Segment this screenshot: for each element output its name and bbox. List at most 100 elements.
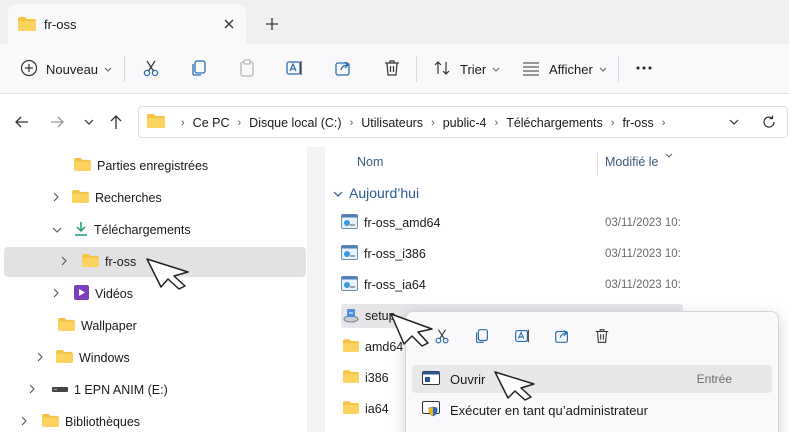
share-button[interactable] (333, 56, 353, 82)
file-date: 03/11/2023 10: (605, 279, 681, 291)
refresh-icon[interactable] (761, 114, 777, 133)
chevron-right-icon[interactable] (28, 383, 44, 397)
plus-circle-icon (20, 59, 38, 80)
library-folder-icon (42, 414, 59, 430)
file-row[interactable]: fr-oss_i386 03/11/2023 10: (341, 242, 683, 266)
trash-icon (382, 58, 402, 81)
file-row[interactable]: fr-oss_ia64 03/11/2023 10: (341, 273, 683, 297)
setup-icon (343, 307, 359, 326)
sidebar-item-drive-e[interactable]: 1 EPN ANIM (E:) (28, 375, 168, 405)
share-icon[interactable] (542, 324, 582, 348)
package-icon (341, 214, 358, 232)
rename-icon[interactable] (502, 324, 542, 348)
menu-item-run-as-admin[interactable]: Exécuter en tant qu’administrateur (412, 396, 772, 424)
sidebar-item-videos[interactable]: Vidéos (52, 279, 133, 309)
menu-item-open[interactable]: Ouvrir Entrée (412, 365, 772, 393)
chevron-right-icon[interactable] (60, 255, 76, 269)
cut-button[interactable] (141, 56, 161, 82)
sidebar-item-downloads[interactable]: Téléchargements (52, 215, 191, 245)
forward-arrow-icon[interactable] (48, 113, 66, 131)
group-header-today[interactable]: Aujourd’hui (333, 185, 419, 201)
new-button[interactable]: Nouveau (20, 56, 112, 82)
breadcrumb-separator-icon[interactable]: › (350, 117, 354, 129)
chevron-right-icon[interactable] (52, 191, 68, 205)
column-header-name[interactable]: Nom (357, 155, 383, 169)
file-date: 03/11/2023 10: (605, 248, 681, 260)
title-bar: fr-oss (0, 0, 789, 47)
paste-button[interactable] (237, 56, 257, 82)
sidebar-item-windows[interactable]: Windows (36, 343, 130, 373)
breadcrumb-separator-icon[interactable]: › (611, 117, 615, 129)
folder-icon (74, 158, 91, 174)
menu-item-label: Ouvrir (450, 371, 486, 387)
folder-icon (18, 17, 36, 34)
view-button[interactable]: Afficher (521, 56, 607, 82)
shield-icon (422, 400, 440, 420)
chevron-down-icon (492, 62, 500, 76)
chevron-right-icon[interactable] (20, 415, 36, 429)
file-row[interactable]: fr-oss_amd64 03/11/2023 10: (341, 211, 683, 235)
rename-icon (284, 58, 304, 81)
sort-button[interactable]: Trier (432, 56, 500, 82)
download-arrow-icon (74, 221, 88, 239)
context-menu: Ouvrir Entrée Exécuter en tant qu’admini… (405, 311, 779, 432)
toolbar-divider (416, 56, 417, 82)
trash-icon[interactable] (582, 324, 622, 348)
address-dropdown-chevron-icon[interactable] (727, 115, 741, 132)
breadcrumb-fr-oss[interactable]: fr-oss (622, 116, 653, 130)
breadcrumb-separator-icon[interactable]: › (238, 117, 242, 129)
pane-divider[interactable] (307, 147, 325, 432)
folder-icon (343, 370, 359, 386)
chevron-right-icon[interactable] (36, 351, 52, 365)
breadcrumb-this-pc[interactable]: Ce PC (193, 116, 230, 130)
copy-button[interactable] (189, 56, 209, 82)
sidebar-item-saved-games[interactable]: Parties enregistrées (74, 151, 208, 181)
more-dots-icon (634, 58, 654, 81)
tab-fr-oss[interactable]: fr-oss (8, 4, 246, 44)
delete-button[interactable] (382, 56, 402, 82)
tab-title: fr-oss (44, 17, 77, 32)
breadcrumb-separator-icon[interactable]: › (431, 117, 435, 129)
breadcrumb-separator-icon[interactable]: › (495, 117, 499, 129)
folder-icon (343, 339, 359, 355)
breadcrumb-users[interactable]: Utilisateurs (361, 116, 423, 130)
chevron-right-icon[interactable] (52, 287, 68, 301)
file-name: ia64 (365, 402, 389, 416)
recent-locations-chevron-icon[interactable] (80, 113, 98, 131)
folder-icon (147, 114, 165, 131)
menu-item-shortcut: Entrée (696, 372, 732, 386)
usb-drive-icon (52, 383, 68, 397)
folder-icon (82, 254, 99, 270)
address-bar[interactable]: › Ce PC › Disque local (C:) › Utilisateu… (138, 106, 788, 138)
folder-icon (56, 350, 73, 366)
breadcrumb-downloads[interactable]: Téléchargements (506, 116, 603, 130)
view-list-icon (521, 58, 541, 81)
video-icon (74, 285, 89, 303)
new-tab-icon[interactable] (262, 14, 282, 34)
copy-icon[interactable] (462, 324, 502, 348)
file-name: fr-oss_i386 (364, 247, 426, 261)
file-date: 03/11/2023 10: (605, 217, 681, 229)
open-window-icon (422, 370, 440, 388)
column-header-modified[interactable]: Modifié le (605, 155, 659, 169)
close-tab-icon[interactable] (220, 15, 238, 33)
toolbar-divider (618, 56, 619, 82)
breadcrumb-public-4[interactable]: public-4 (443, 116, 487, 130)
package-icon (341, 276, 358, 294)
rename-button[interactable] (284, 56, 304, 82)
chevron-down-icon (599, 62, 607, 76)
sidebar-item-searches[interactable]: Recherches (52, 183, 162, 213)
sort-button-label: Trier (460, 61, 487, 77)
sidebar-item-libraries[interactable]: Bibliothèques (20, 407, 140, 432)
chevron-down-icon (104, 62, 112, 76)
column-divider[interactable] (597, 153, 598, 175)
breadcrumb-local-disk[interactable]: Disque local (C:) (249, 116, 341, 130)
sidebar-item-wallpaper[interactable]: Wallpaper (58, 311, 137, 341)
breadcrumb-separator-icon[interactable]: › (662, 117, 666, 129)
more-options-button[interactable] (634, 56, 654, 82)
up-arrow-icon[interactable] (107, 113, 125, 131)
chevron-down-icon (333, 185, 343, 201)
back-arrow-icon[interactable] (13, 113, 31, 131)
view-button-label: Afficher (549, 61, 593, 77)
chevron-down-icon[interactable] (52, 223, 68, 237)
